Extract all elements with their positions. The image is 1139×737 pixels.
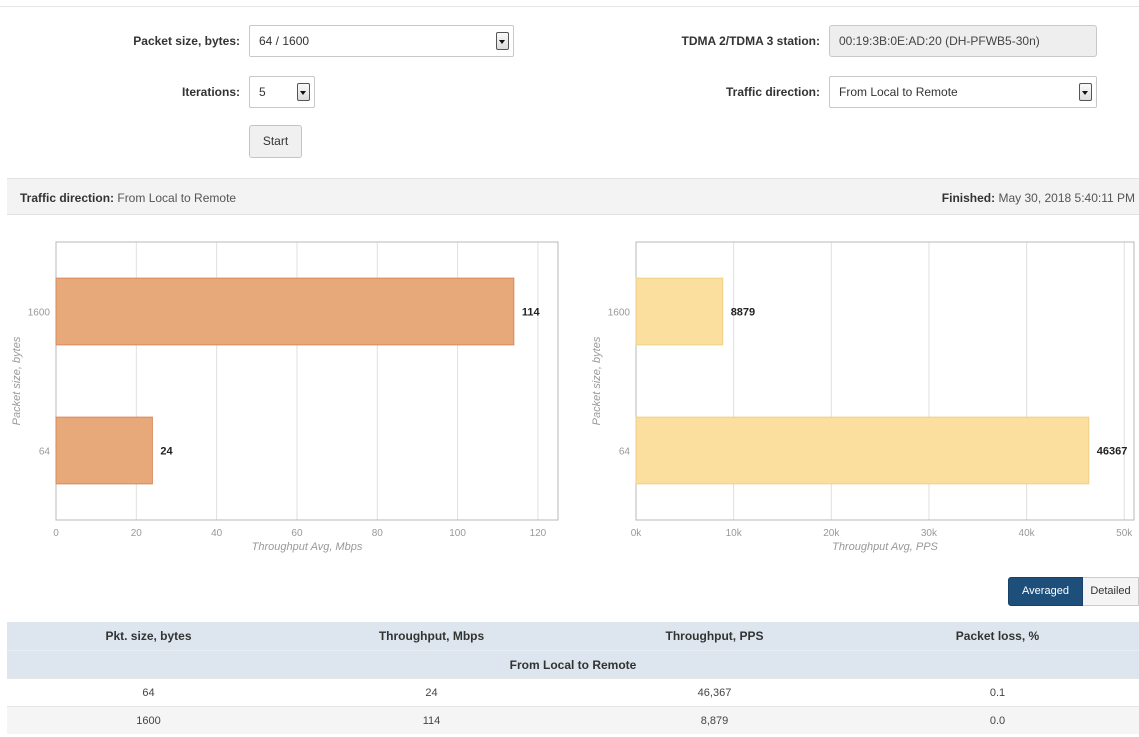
traffic-direction-value: From Local to Remote xyxy=(839,85,958,99)
station-value: 00:19:3B:0E:AD:20 (DH-PFWB5-30n) xyxy=(839,34,1040,48)
chevron-down-icon[interactable] xyxy=(1079,83,1092,101)
bar xyxy=(55,277,515,346)
info-finished-label: Finished: xyxy=(941,191,996,205)
x-tick-label: 20 xyxy=(131,528,143,539)
column-header-packet-loss: Packet loss, % xyxy=(856,622,1139,651)
cell-packet-loss: 0.0 xyxy=(856,706,1139,734)
y-axis-title: Packet size, bytes xyxy=(591,336,603,425)
station-label: TDMA 2/TDMA 3 station: xyxy=(681,34,820,48)
x-tick-label: 30k xyxy=(921,528,938,539)
chevron-down-icon[interactable] xyxy=(496,32,509,50)
x-tick-label: 40 xyxy=(211,528,223,539)
cell-mbps: 114 xyxy=(290,706,573,734)
iterations-select[interactable]: 5 xyxy=(249,76,315,108)
x-tick-label: 60 xyxy=(291,528,303,539)
info-direction-value: From Local to Remote xyxy=(117,191,237,205)
cell-pkt-size: 1600 xyxy=(7,706,290,734)
column-header-pkt-size: Pkt. size, bytes xyxy=(7,622,290,651)
x-tick-label: 0k xyxy=(631,528,643,539)
top-divider xyxy=(0,6,1139,7)
data-label: 46367 xyxy=(1097,446,1128,458)
cell-pps: 8,879 xyxy=(573,706,856,734)
traffic-direction-select[interactable]: From Local to Remote xyxy=(829,76,1097,108)
table-header-row: Pkt. size, bytes Throughput, Mbps Throug… xyxy=(7,622,1139,651)
throughput-pps-chart: 0k 10k 20k 30k 40k 50k 1600 8879 64 46367 Throughp… xyxy=(591,241,1135,553)
data-label: 24 xyxy=(160,446,173,458)
info-direction: Traffic direction: From Local to Remote xyxy=(20,191,236,205)
iterations-label: Iterations: xyxy=(181,85,240,99)
y-axis-title: Packet size, bytes xyxy=(11,336,23,425)
iterations-value: 5 xyxy=(259,85,266,99)
column-header-pps: Throughput, PPS xyxy=(573,622,856,651)
bar xyxy=(635,416,1090,485)
x-tick-label: 20k xyxy=(823,528,840,539)
x-tick-label: 10k xyxy=(726,528,743,539)
result-info-bar: Traffic direction: From Local to Remote … xyxy=(7,178,1139,215)
x-tick-label: 120 xyxy=(530,528,547,539)
x-tick-label: 100 xyxy=(449,528,466,539)
cell-packet-loss: 0.1 xyxy=(856,678,1139,707)
results-table: Pkt. size, bytes Throughput, Mbps Throug… xyxy=(7,622,1139,734)
cell-mbps: 24 xyxy=(290,678,573,707)
cell-pkt-size: 64 xyxy=(7,678,290,707)
packet-size-select[interactable]: 64 / 1600 xyxy=(249,25,514,57)
packet-size-value: 64 / 1600 xyxy=(259,34,310,48)
bar xyxy=(55,416,153,485)
cell-pps: 46,367 xyxy=(573,678,856,707)
data-label: 8879 xyxy=(731,307,755,319)
start-button[interactable]: Start xyxy=(249,125,302,158)
x-tick-label: 0 xyxy=(53,528,59,539)
detailed-toggle-button[interactable]: Detailed xyxy=(1083,577,1139,606)
bar xyxy=(635,277,724,346)
x-tick-label: 80 xyxy=(372,528,384,539)
info-finished-value: May 30, 2018 5:40:11 PM xyxy=(998,191,1135,205)
traffic-direction-label: Traffic direction: xyxy=(725,85,820,99)
data-label: 114 xyxy=(522,307,541,319)
x-axis-title: Throughput Avg, PPS xyxy=(832,541,938,553)
y-tick-label: 1600 xyxy=(608,308,631,319)
table-row: 1600 114 8,879 0.0 xyxy=(7,706,1139,734)
x-axis-title: Throughput Avg, Mbps xyxy=(252,541,363,553)
packet-size-label: Packet size, bytes: xyxy=(133,34,240,48)
y-tick-label: 1600 xyxy=(28,308,51,319)
info-direction-label: Traffic direction: xyxy=(20,191,115,205)
table-group-row: From Local to Remote xyxy=(7,650,1139,679)
column-header-mbps: Throughput, Mbps xyxy=(290,622,573,651)
throughput-mbps-chart: 0 20 40 60 80 100 120 1600 114 64 24 Throughput Avg… xyxy=(11,241,559,553)
y-tick-label: 64 xyxy=(39,447,51,458)
group-label: From Local to Remote xyxy=(7,650,1139,679)
x-tick-label: 50k xyxy=(1116,528,1133,539)
x-tick-label: 40k xyxy=(1019,528,1036,539)
info-finished: Finished: May 30, 2018 5:40:11 PM xyxy=(942,191,1135,205)
station-field: 00:19:3B:0E:AD:20 (DH-PFWB5-30n) xyxy=(829,25,1097,57)
averaged-toggle-button[interactable]: Averaged xyxy=(1008,577,1083,606)
table-row: 64 24 46,367 0.1 xyxy=(7,678,1139,707)
y-tick-label: 64 xyxy=(619,447,631,458)
chevron-down-icon[interactable] xyxy=(297,83,310,101)
